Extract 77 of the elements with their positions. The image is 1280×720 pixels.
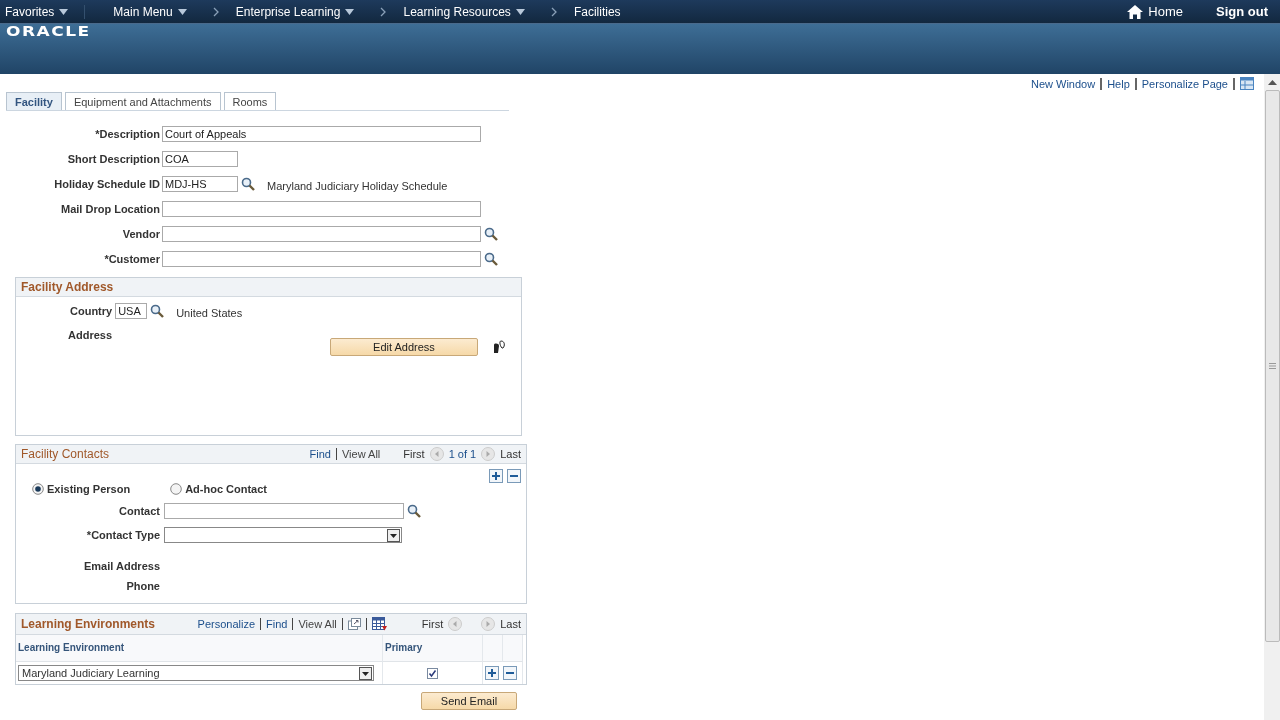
search-icon[interactable] [484,252,498,266]
sign-out-link[interactable]: Sign out [1216,4,1268,19]
grid-link[interactable]: Find [309,448,331,460]
field-description: United States [176,305,243,319]
learning-environment-dropdown[interactable]: Maryland Judiciary Learning [18,665,374,681]
radio-button[interactable] [170,483,183,495]
search-icon[interactable] [241,177,255,191]
delete-row-icon[interactable] [507,469,521,483]
section-title: Learning Environments [21,617,156,631]
field-label: Short Description [66,153,161,165]
tab[interactable]: Rooms [223,92,277,110]
grid-link[interactable]: Find [266,618,288,630]
chevron-icon [380,6,387,17]
dropdown-arrow-icon[interactable] [177,8,187,15]
grid-link[interactable]: View All [298,618,337,630]
grid-link[interactable]: View All [341,448,381,460]
dropdown-arrow-icon[interactable] [59,8,69,15]
table-layout-icon[interactable] [1240,77,1254,90]
chevron-icon [550,6,557,17]
tab[interactable]: Facility [6,92,62,110]
home-icon[interactable] [1127,4,1144,19]
radio-button[interactable] [32,483,44,495]
text-field[interactable] [162,201,481,217]
nav-menu-item[interactable]: Learning Resources [398,4,516,19]
send-email-button[interactable]: Send Email [421,692,517,710]
field-label: Country [70,305,113,317]
field-label: Email Address [83,560,161,572]
search-icon[interactable] [407,504,421,518]
column-header: Primary [383,635,483,662]
field-label: Vendor [121,228,161,240]
text-field[interactable]: Court of Appeals [162,126,481,142]
dropdown-arrow-icon[interactable] [345,8,355,15]
text-field[interactable] [162,251,481,267]
country-field[interactable]: USA [115,303,148,319]
checkbox[interactable] [427,667,438,679]
field-label: Phone [125,580,161,592]
section-title: Facility Contacts [21,447,110,461]
edit-address-button[interactable]: Edit Address [330,338,478,356]
spreadsheet-download-icon[interactable] [371,617,387,631]
radio-label[interactable]: Ad-hoc Contact [185,483,268,495]
section-title: Facility Address [21,280,114,294]
tab[interactable]: Equipment and Attachments [64,92,221,110]
text-field[interactable]: MDJ-HS [162,176,238,192]
text-field[interactable] [162,226,481,242]
nav-menu-item[interactable]: Favorites [0,4,60,19]
field-label: *Contact Type [85,529,161,541]
search-icon[interactable] [484,227,498,241]
nav-menu-item[interactable]: Enterprise Learning [230,4,346,19]
chevron-icon [212,6,219,17]
field-label: *Description [94,128,161,140]
nav-menu-item[interactable]: Main Menu [84,4,178,19]
field-label: Address [68,329,113,341]
grid-link[interactable]: Personalize [197,618,256,630]
field-label: Mail Drop Location [60,203,161,215]
field-label: *Customer [103,253,161,265]
text-field[interactable]: COA [162,151,238,167]
add-row-icon[interactable] [489,469,503,483]
field-description: Maryland Judiciary Holiday Schedule [267,178,448,192]
zoom-grid-icon[interactable] [347,618,361,630]
logo: ORACLE [6,25,91,37]
page-link[interactable]: Help [1107,77,1130,90]
pin-icon[interactable] [491,340,507,354]
home-link[interactable]: Home [1148,4,1183,19]
delete-row-icon[interactable] [503,666,517,680]
add-row-icon[interactable] [485,666,499,680]
page-link[interactable]: New Window [1030,77,1096,90]
column-header: Learning Environment [16,635,383,662]
row-counter: 1 of 1 [448,448,477,460]
dropdown-arrow-icon[interactable] [515,8,525,15]
search-icon[interactable] [150,304,165,318]
nav-menu-item[interactable]: Facilities [568,4,626,19]
contact-field[interactable] [164,503,404,519]
field-label: Contact [118,505,161,517]
field-label: Holiday Schedule ID [53,178,161,190]
page-link[interactable]: Personalize Page [1141,77,1228,90]
scroll-up-icon[interactable] [1267,80,1277,85]
radio-label[interactable]: Existing Person [47,483,131,495]
